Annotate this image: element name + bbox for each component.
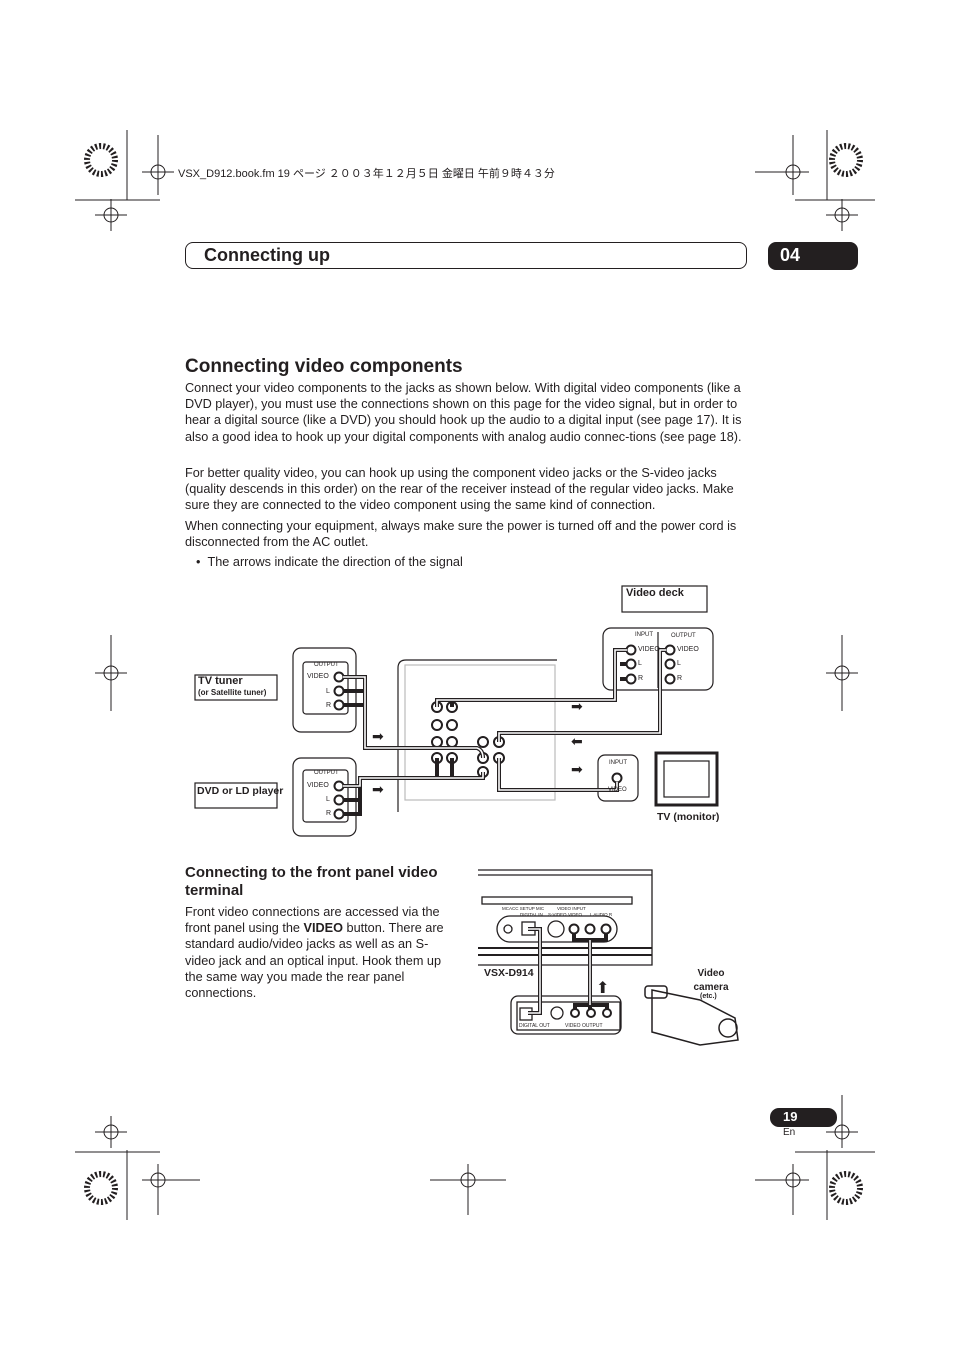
camera-label: Video camera — [693, 968, 729, 993]
manual-page: VSX_D912.book.fm 19 ページ ２００３年１２月５日 金曜日 午… — [0, 0, 954, 1351]
video-input-label: VIDEO INPUT — [557, 906, 586, 911]
arrow-up-icon: ⬆ — [596, 978, 609, 997]
front-video-label: VIDEO — [568, 912, 583, 917]
digital-in-label: DIGITAL IN — [520, 912, 543, 917]
mcacc-label: MCACC SETUP MIC — [502, 906, 545, 911]
digital-out-label: DIGITAL OUT — [519, 1023, 550, 1029]
audio-label: L AUDIO R — [590, 912, 613, 917]
camera-sublabel: (etc.) — [700, 993, 717, 1000]
page-number: 19 — [783, 1109, 798, 1124]
s-video-label: S-VIDEO — [548, 912, 567, 917]
language-label: En — [783, 1127, 796, 1138]
model-label: VSX-D914 — [484, 967, 534, 979]
page-number-badge: 19 — [770, 1108, 837, 1127]
front-panel-diagram: ⬆ — [478, 869, 739, 1046]
video-output-label: VIDEO OUTPUT — [565, 1023, 603, 1029]
